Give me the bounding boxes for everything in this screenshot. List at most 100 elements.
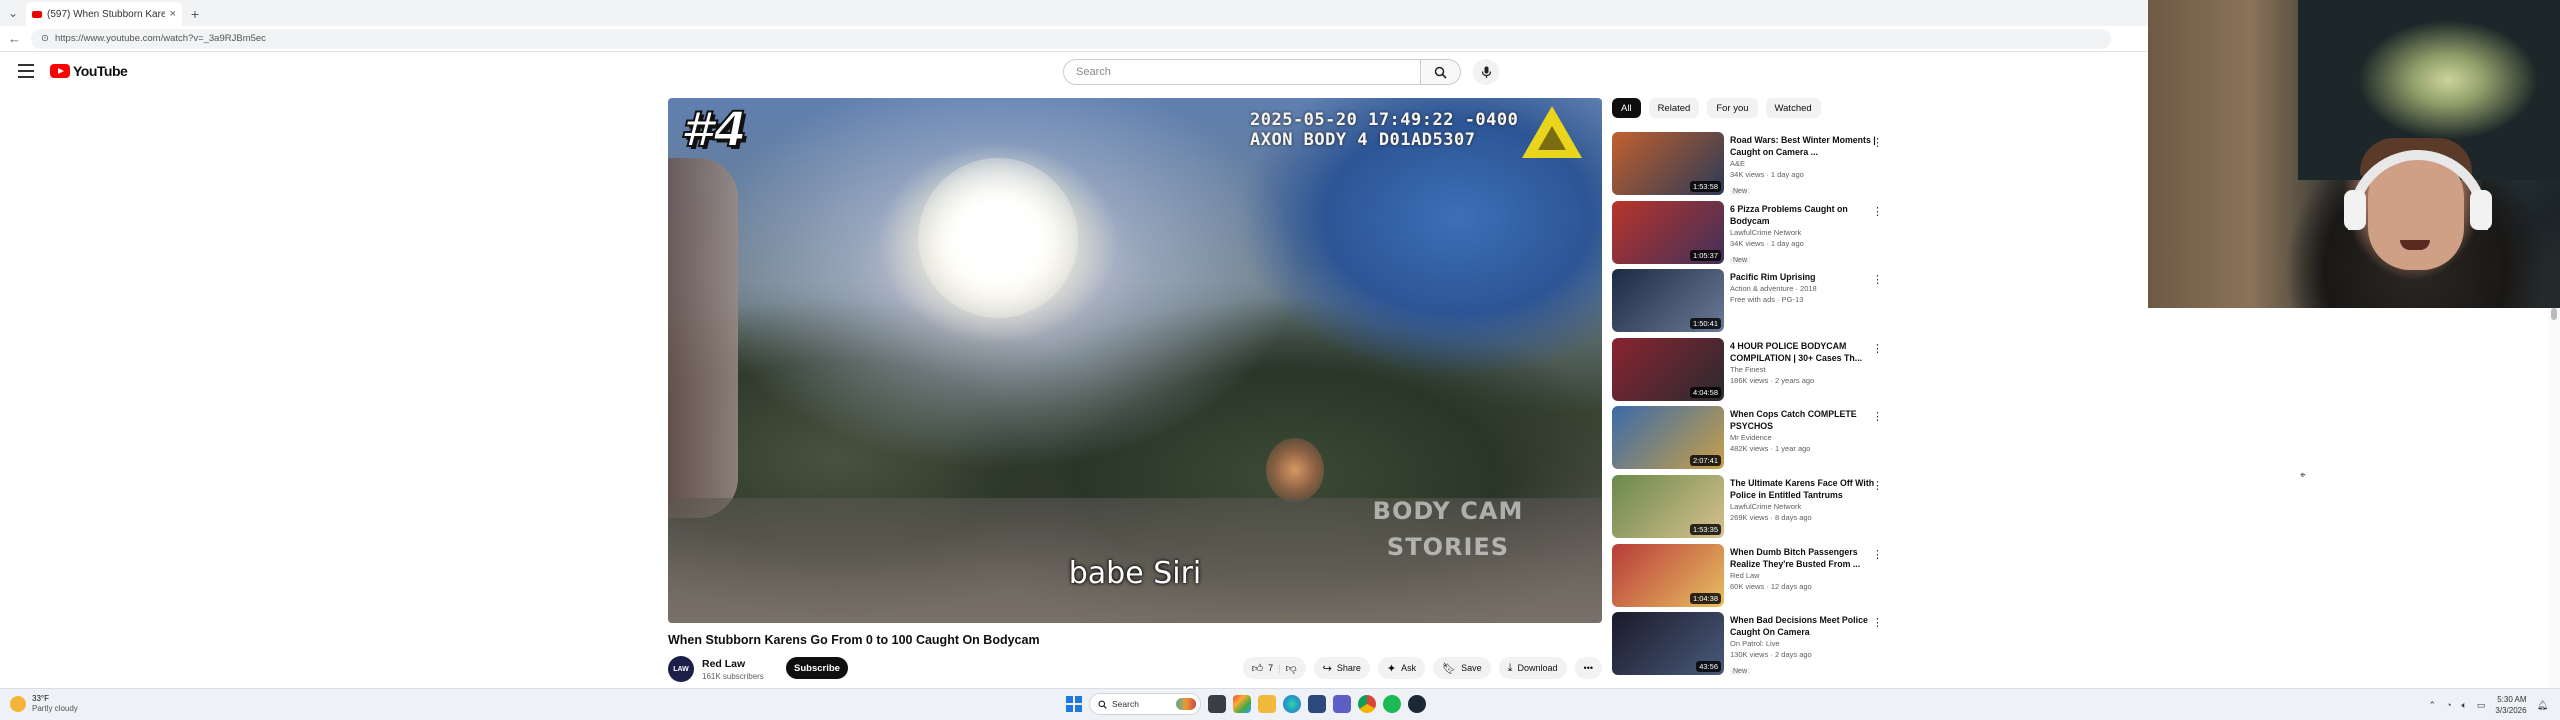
menu-hamburger-icon[interactable] bbox=[18, 64, 34, 78]
rec-title[interactable]: The Ultimate Karens Face Off With Police… bbox=[1730, 477, 1880, 501]
chip-related[interactable]: Related bbox=[1648, 98, 1700, 118]
save-label: Save bbox=[1461, 663, 1482, 673]
recommendation-item[interactable]: 1:05:37 6 Pizza Problems Caught on Bodyca… bbox=[1612, 199, 1888, 268]
start-windows-icon[interactable] bbox=[1066, 696, 1082, 712]
url-text: https://www.youtube.com/watch?v=_3a9RJBm… bbox=[54, 33, 266, 44]
rec-title[interactable]: When Bad Decisions Meet Police Caught On… bbox=[1730, 614, 1880, 638]
weather-widget[interactable]: 33°F Partly cloudy bbox=[10, 694, 78, 714]
clock[interactable]: 5:30 AM 3/3/2026 bbox=[2495, 694, 2526, 716]
rec-thumbnail[interactable]: 1:53:58 bbox=[1612, 132, 1724, 195]
rec-more-icon[interactable]: ⋮ bbox=[1872, 410, 1883, 423]
bodycam-timestamp: 2025-05-20 17:49:22 -0400 AXON BODY 4 D0… bbox=[1250, 110, 1518, 150]
chip-for-you[interactable]: For you bbox=[1707, 98, 1758, 118]
page-scrollbar[interactable] bbox=[2548, 308, 2560, 688]
rec-channel[interactable]: On Patrol: Live bbox=[1730, 638, 1880, 649]
rec-title[interactable]: 6 Pizza Problems Caught on Bodycam bbox=[1730, 203, 1880, 227]
tray-chevron-icon[interactable]: ⌃ bbox=[2429, 700, 2437, 711]
rec-title[interactable]: When Cops Catch COMPLETE PSYCHOS bbox=[1730, 408, 1880, 432]
thumbs-up-icon[interactable]: 👍︎ bbox=[1252, 662, 1264, 675]
teams-app-icon[interactable] bbox=[1333, 695, 1351, 713]
rec-channel[interactable]: The Finest bbox=[1730, 364, 1880, 375]
chrome-browser-icon[interactable] bbox=[1358, 695, 1376, 713]
scrollbar-thumb[interactable] bbox=[2551, 308, 2557, 320]
new-tab-button[interactable]: + bbox=[182, 2, 208, 26]
more-actions-button[interactable]: ••• bbox=[1574, 657, 1602, 679]
rec-more-icon[interactable]: ⋮ bbox=[1872, 616, 1883, 629]
steam-app-icon[interactable] bbox=[1408, 695, 1426, 713]
rec-channel[interactable]: LawfulCrime Network bbox=[1730, 501, 1880, 512]
video-player[interactable]: #4 2025-05-20 17:49:22 -0400 AXON BODY 4… bbox=[668, 98, 1602, 623]
battery-icon[interactable]: ▭ bbox=[2477, 700, 2486, 711]
rec-channel[interactable]: Mr Evidence bbox=[1730, 432, 1880, 443]
site-info-icon[interactable]: ⊙ bbox=[41, 33, 49, 44]
like-dislike-button[interactable]: 👍︎ 7 | 👎︎ bbox=[1242, 657, 1306, 679]
recommendation-item[interactable]: 43:56 When Bad Decisions Meet Police Caug… bbox=[1612, 610, 1888, 679]
chip-watched[interactable]: Watched bbox=[1765, 98, 1821, 118]
rec-thumbnail[interactable]: 4:04:58 bbox=[1612, 337, 1724, 401]
tab-list-chevron-icon[interactable]: ⌄ bbox=[0, 0, 26, 26]
tab-close-icon[interactable]: × bbox=[170, 8, 176, 20]
timestamp-line-2: AXON BODY 4 D01AD5307 bbox=[1250, 130, 1476, 150]
taskbar-apps: Search bbox=[1066, 693, 1426, 715]
chip-all[interactable]: All bbox=[1612, 98, 1641, 118]
rec-thumbnail[interactable]: 43:56 bbox=[1612, 612, 1724, 676]
volume-icon[interactable]: 🔈︎ bbox=[2462, 700, 2467, 711]
rec-thumbnail[interactable]: 1:04:38 bbox=[1612, 543, 1724, 607]
rec-more-icon[interactable]: ⋮ bbox=[1872, 342, 1883, 355]
rec-channel[interactable]: Red Law bbox=[1730, 570, 1880, 581]
rec-more-icon[interactable]: ⋮ bbox=[1872, 136, 1883, 149]
rec-more-icon[interactable]: ⋮ bbox=[1872, 205, 1883, 218]
recommendation-item[interactable]: 1:50:41 Pacific Rim Uprising Action & adve… bbox=[1612, 267, 1888, 336]
spotify-app-icon[interactable] bbox=[1383, 695, 1401, 713]
rec-title[interactable]: When Dumb Bitch Passengers Realize They'… bbox=[1730, 546, 1880, 570]
folder-icon[interactable] bbox=[1258, 695, 1276, 713]
rec-meta: 269K views · 8 days ago bbox=[1730, 512, 1812, 522]
download-button[interactable]: ⤓ Download bbox=[1498, 657, 1567, 679]
address-bar[interactable]: ⊙ https://www.youtube.com/watch?v=_3a9RJ… bbox=[31, 28, 2111, 49]
search-input[interactable]: Search bbox=[1063, 59, 1421, 85]
sun-flare bbox=[918, 158, 1078, 318]
back-arrow-icon[interactable]: ← bbox=[8, 31, 21, 46]
subscribe-button[interactable]: Subscribe bbox=[786, 657, 848, 679]
calendar-app-icon[interactable] bbox=[1308, 695, 1326, 713]
rec-thumbnail[interactable]: 1:50:41 bbox=[1612, 269, 1724, 333]
recommendation-item[interactable]: 4:04:58 4 HOUR POLICE BODYCAM COMPILATION… bbox=[1612, 336, 1888, 405]
rec-info: 6 Pizza Problems Caught on Bodycam Lawful… bbox=[1730, 203, 1880, 267]
recommendation-item[interactable]: 1:04:38 When Dumb Bitch Passengers Realiz… bbox=[1612, 542, 1888, 611]
network-icon[interactable]: ◔ bbox=[2446, 700, 2451, 710]
search-icon bbox=[1098, 699, 1107, 709]
search-button[interactable] bbox=[1421, 59, 1461, 85]
rec-thumbnail[interactable]: 1:05:37 bbox=[1612, 200, 1724, 264]
rec-info: The Ultimate Karens Face Off With Police… bbox=[1730, 477, 1880, 523]
channel-avatar[interactable]: LAW bbox=[668, 656, 694, 682]
rec-channel[interactable]: LawfulCrime Network bbox=[1730, 227, 1880, 238]
browser-tab-active[interactable]: (597) When Stubborn Karens × bbox=[26, 2, 182, 26]
rec-title[interactable]: 4 HOUR POLICE BODYCAM COMPILATION | 30+ … bbox=[1730, 340, 1880, 364]
youtube-logo[interactable]: YouTube bbox=[50, 63, 128, 79]
recommendation-item[interactable]: 2:07:41 When Cops Catch COMPLETE PSYCHOS M… bbox=[1612, 404, 1888, 473]
download-label: Download bbox=[1517, 663, 1558, 673]
channel-name[interactable]: Red Law bbox=[702, 658, 745, 670]
taskbar-search[interactable]: Search bbox=[1089, 693, 1201, 715]
notification-icon[interactable]: 🔔︎ bbox=[2537, 700, 2548, 711]
recommendation-item[interactable]: 1:53:35 The Ultimate Karens Face Off With… bbox=[1612, 473, 1888, 542]
rec-title[interactable]: Road Wars: Best Winter Moments | Caught … bbox=[1730, 134, 1880, 158]
rec-more-icon[interactable]: ⋮ bbox=[1872, 548, 1883, 561]
rec-channel[interactable]: A&E bbox=[1730, 158, 1880, 169]
recommendation-item[interactable]: 1:53:58 Road Wars: Best Winter Moments | … bbox=[1612, 130, 1888, 199]
rec-thumbnail[interactable]: 1:53:35 bbox=[1612, 474, 1724, 538]
thumbs-down-icon[interactable]: 👎︎ bbox=[1286, 662, 1297, 675]
rec-more-icon[interactable]: ⋮ bbox=[1872, 273, 1883, 286]
share-button[interactable]: ↪ Share bbox=[1313, 657, 1370, 679]
voice-search-button[interactable] bbox=[1473, 59, 1499, 85]
ask-button[interactable]: ✦ Ask bbox=[1377, 657, 1426, 679]
rec-title[interactable]: Pacific Rim Uprising bbox=[1730, 271, 1880, 283]
edge-browser-icon[interactable] bbox=[1283, 695, 1301, 713]
save-button[interactable]: 🔖︎ Save bbox=[1433, 657, 1491, 679]
file-manager-icon[interactable] bbox=[1208, 695, 1226, 713]
rec-channel[interactable]: Action & adventure · 2018 bbox=[1730, 283, 1880, 294]
rec-more-icon[interactable]: ⋮ bbox=[1872, 479, 1883, 492]
rec-thumbnail[interactable]: 2:07:41 bbox=[1612, 406, 1724, 470]
photos-app-icon[interactable] bbox=[1233, 695, 1251, 713]
mouse-cursor-icon: ⌖ bbox=[2300, 470, 2306, 481]
